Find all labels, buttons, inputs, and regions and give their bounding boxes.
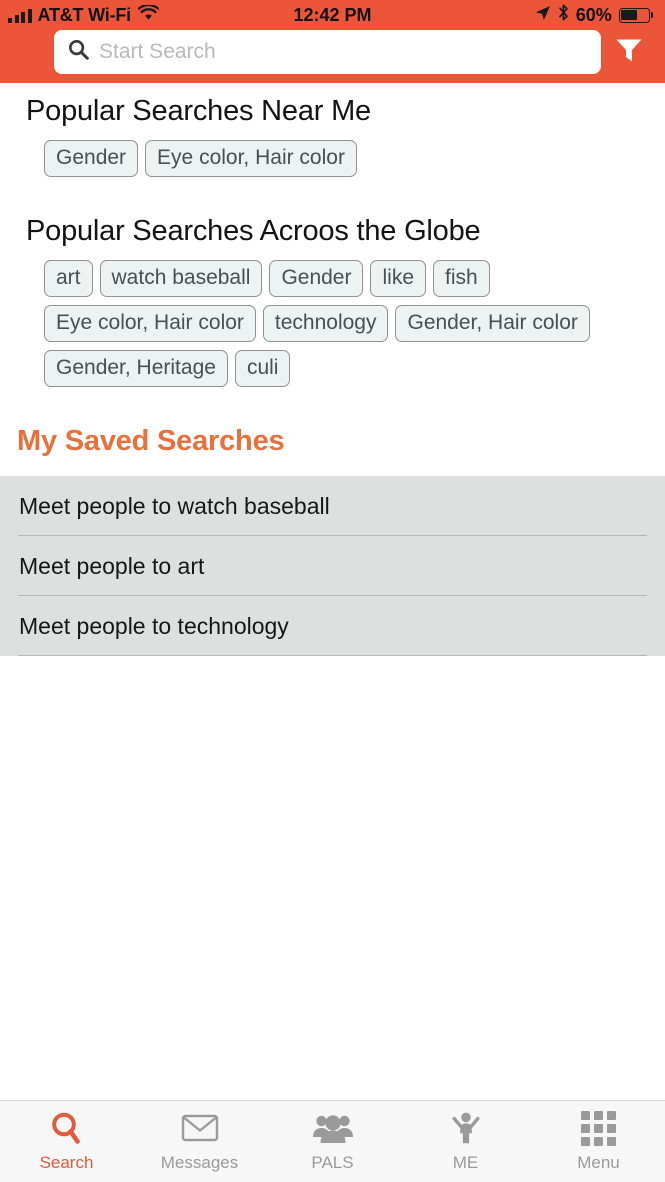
tab-menu[interactable]: Menu: [532, 1101, 665, 1182]
person-arms-up-icon: [450, 1110, 482, 1146]
search-row: Start Search: [0, 30, 665, 74]
location-arrow-icon: [535, 5, 551, 26]
envelope-icon: [181, 1110, 219, 1146]
saved-searches-list: Meet people to watch baseball Meet people…: [0, 476, 665, 657]
search-tag[interactable]: Gender, Hair color: [395, 305, 590, 343]
search-tag[interactable]: like: [370, 260, 426, 298]
saved-search-item[interactable]: Meet people to technology: [0, 596, 665, 657]
tab-label: Messages: [160, 1153, 239, 1172]
tab-messages[interactable]: Messages: [133, 1101, 266, 1182]
tag-list-near-me: Gender Eye color, Hair color: [0, 128, 665, 178]
filter-funnel-icon: [615, 37, 643, 67]
search-tag[interactable]: art: [44, 260, 93, 298]
app-root: AT&T Wi-Fi 12:42 PM 60% Start Search Pop…: [0, 0, 665, 1182]
tab-pals[interactable]: PALS: [266, 1101, 399, 1182]
bottom-tab-bar: Search Messages PALS ME Menu: [0, 1100, 665, 1182]
battery-percent-label: 60%: [575, 4, 612, 25]
carrier-label: AT&T Wi-Fi: [37, 4, 132, 25]
tab-label: ME: [452, 1153, 479, 1172]
search-tag[interactable]: Eye color, Hair color: [44, 305, 256, 343]
search-tag[interactable]: Gender, Heritage: [44, 350, 228, 388]
search-tag[interactable]: watch baseball: [99, 260, 263, 298]
filter-button[interactable]: [601, 30, 657, 74]
battery-icon: [618, 7, 653, 23]
tab-me[interactable]: ME: [399, 1101, 532, 1182]
saved-search-item[interactable]: Meet people to art: [0, 536, 665, 597]
section-title-saved-searches: My Saved Searches: [17, 425, 285, 458]
main-content: Popular Searches Near Me Gender Eye color…: [0, 83, 665, 1100]
bluetooth-icon: [558, 4, 569, 26]
section-title-near-me: Popular Searches Near Me: [26, 95, 371, 127]
status-bar-right: 60%: [535, 4, 653, 26]
wifi-icon: [137, 3, 160, 26]
tab-label: Search: [39, 1153, 94, 1172]
search-tag[interactable]: Eye color, Hair color: [145, 140, 357, 178]
search-tag[interactable]: Gender: [269, 260, 364, 298]
search-input[interactable]: Start Search: [54, 30, 601, 74]
search-placeholder: Start Search: [99, 40, 216, 63]
search-icon: [68, 39, 89, 65]
section-title-globe: Popular Searches Acroos the Globe: [26, 215, 481, 248]
status-bar-left: AT&T Wi-Fi: [8, 3, 160, 26]
status-bar: AT&T Wi-Fi 12:42 PM 60%: [0, 0, 665, 30]
cellular-signal-icon: [8, 8, 32, 23]
grid-menu-icon: [581, 1110, 616, 1146]
app-header: AT&T Wi-Fi 12:42 PM 60% Start Search: [0, 0, 665, 83]
search-tag[interactable]: technology: [262, 305, 389, 343]
search-tag[interactable]: Gender: [44, 140, 139, 178]
search-tag[interactable]: fish: [433, 260, 490, 298]
tab-label: PALS: [311, 1153, 354, 1172]
search-tag[interactable]: culi: [234, 350, 291, 388]
tab-label: Menu: [577, 1153, 620, 1172]
tag-list-globe: art watch baseball Gender like fish Eye color…: [0, 248, 665, 388]
saved-search-item[interactable]: Meet people to watch baseball: [0, 476, 665, 537]
tab-search[interactable]: Search: [0, 1101, 133, 1182]
people-group-icon: [312, 1110, 354, 1146]
search-icon: [50, 1110, 84, 1146]
